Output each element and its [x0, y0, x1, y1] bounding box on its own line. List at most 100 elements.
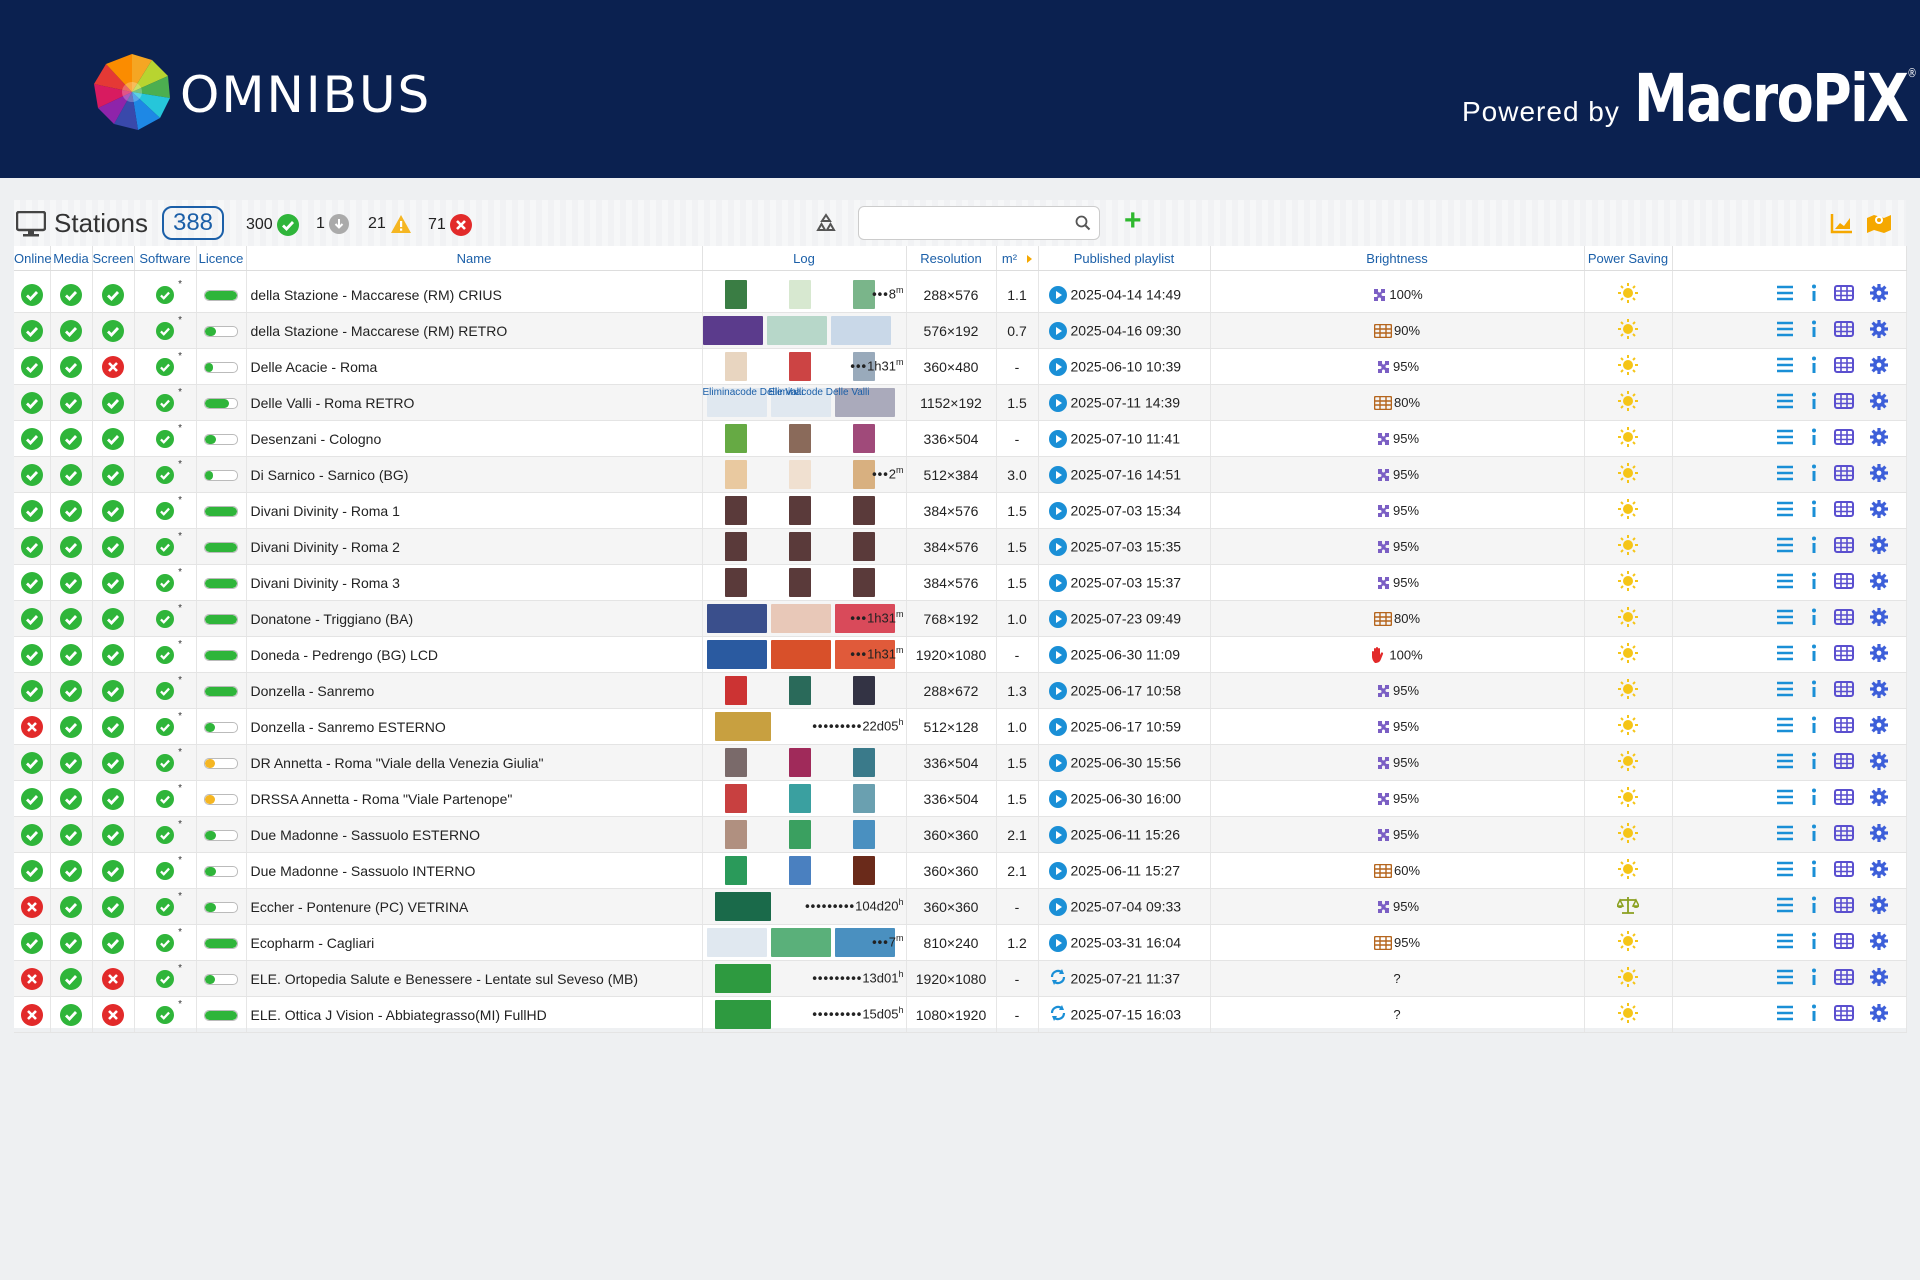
info-icon[interactable] [1810, 860, 1818, 881]
log-cell[interactable] [702, 528, 907, 565]
info-icon[interactable] [1810, 572, 1818, 593]
calendar-grid-icon[interactable] [1833, 501, 1854, 520]
list-icon[interactable] [1776, 753, 1794, 772]
table-row[interactable]: * Donatone - Triggiano (BA) •••1h31m 768×19… [14, 600, 1907, 637]
station-name[interactable]: ELE. Ortopedia Salute e Benessere - Lent… [246, 960, 703, 997]
published-playlist[interactable]: 2025-06-11 15:26 [1038, 816, 1211, 853]
log-thumbnail[interactable] [724, 424, 747, 453]
play-icon[interactable] [1048, 393, 1067, 412]
power-saving[interactable] [1584, 888, 1673, 925]
warning-filter[interactable]: 21 [368, 214, 412, 234]
info-icon[interactable] [1810, 680, 1818, 701]
station-name[interactable]: DR Annetta - Roma "Viale della Venezia G… [246, 744, 703, 781]
calendar-grid-icon[interactable] [1833, 681, 1854, 700]
station-name[interactable]: Desenzani - Cologno [246, 420, 703, 457]
station-name[interactable]: Donzella - Sanremo ESTERNO [246, 708, 703, 745]
play-icon[interactable] [1048, 753, 1067, 772]
power-saving[interactable] [1584, 348, 1673, 385]
log-cell[interactable]: •••1h31m [702, 600, 907, 637]
info-icon[interactable] [1810, 752, 1818, 773]
published-playlist[interactable]: 2025-04-16 09:30 [1038, 312, 1211, 349]
log-thumbnail[interactable] [852, 568, 875, 597]
log-thumbnail[interactable] [788, 568, 811, 597]
list-icon[interactable] [1776, 933, 1794, 952]
published-playlist[interactable]: 2025-06-17 10:58 [1038, 672, 1211, 709]
log-thumbnail[interactable] [830, 316, 891, 345]
search-input[interactable] [865, 209, 1069, 239]
log-cell[interactable]: •••7m [702, 924, 907, 961]
log-thumbnail[interactable] [706, 604, 767, 633]
power-saving[interactable] [1584, 744, 1673, 781]
table-row[interactable]: * Di Sarnico - Sarnico (BG) •••2m 512×384 3.… [14, 456, 1907, 493]
info-icon[interactable] [1810, 428, 1818, 449]
log-thumbnail[interactable] [724, 820, 747, 849]
info-icon[interactable] [1810, 284, 1818, 305]
play-icon[interactable] [1048, 285, 1067, 304]
published-playlist[interactable]: 2025-07-16 14:51 [1038, 456, 1211, 493]
sun-icon[interactable] [1618, 1003, 1638, 1026]
table-row[interactable]: * Divani Divinity - Roma 1 384×576 1.5 2025-… [14, 492, 1907, 529]
log-thumbnail[interactable] [706, 640, 767, 669]
log-thumbnail[interactable] [770, 928, 831, 957]
power-saving[interactable] [1584, 564, 1673, 601]
sun-icon[interactable] [1618, 427, 1638, 450]
list-icon[interactable] [1776, 645, 1794, 664]
sun-icon[interactable] [1618, 859, 1638, 882]
gear-icon[interactable] [1869, 716, 1888, 737]
power-saving[interactable] [1584, 600, 1673, 637]
unknown-filter[interactable]: 1 [316, 214, 349, 234]
log-thumbnail[interactable] [788, 784, 811, 813]
list-icon[interactable] [1776, 897, 1794, 916]
power-saving[interactable] [1584, 636, 1673, 673]
table-row[interactable]: * Donzella - Sanremo 288×672 1.3 2025-06-17 … [14, 672, 1907, 709]
calendar-grid-icon[interactable] [1833, 897, 1854, 916]
brightness[interactable]: 95% [1210, 492, 1585, 529]
column-header-5[interactable]: Name [246, 246, 703, 271]
column-header-0[interactable]: Online [14, 246, 52, 271]
balance-scale-icon[interactable] [1615, 897, 1641, 918]
brightness[interactable]: ? [1210, 960, 1585, 997]
play-icon[interactable] [1048, 861, 1067, 880]
info-icon[interactable] [1810, 356, 1818, 377]
table-row[interactable]: * DRSSA Annetta - Roma "Viale Partenope" 3… [14, 780, 1907, 817]
info-icon[interactable] [1810, 932, 1818, 953]
log-thumbnail[interactable] [788, 748, 811, 777]
calendar-grid-icon[interactable] [1833, 825, 1854, 844]
table-row[interactable]: * Eccher - Pontenure (PC) VETRINA ••••••••… [14, 888, 1907, 925]
calendar-grid-icon[interactable] [1833, 393, 1854, 412]
gear-icon[interactable] [1869, 896, 1888, 917]
station-name[interactable]: Doneda - Pedrengo (BG) LCD [246, 636, 703, 673]
published-playlist[interactable]: 2025-07-03 15:35 [1038, 528, 1211, 565]
sun-icon[interactable] [1618, 823, 1638, 846]
log-thumbnail[interactable] [788, 352, 811, 381]
table-row[interactable]: * Delle Valli - Roma RETRO Eliminacode Del… [14, 384, 1907, 421]
table-row[interactable]: * Doneda - Pedrengo (BG) LCD •••1h31m 1920×… [14, 636, 1907, 673]
power-saving[interactable] [1584, 708, 1673, 745]
log-cell[interactable] [702, 852, 907, 889]
published-playlist[interactable]: 2025-06-11 15:27 [1038, 852, 1211, 889]
info-icon[interactable] [1810, 824, 1818, 845]
log-thumbnail[interactable] [724, 496, 747, 525]
sun-icon[interactable] [1618, 679, 1638, 702]
table-row[interactable]: * Due Madonne - Sassuolo ESTERNO 360×360 2.… [14, 816, 1907, 853]
gear-icon[interactable] [1869, 536, 1888, 557]
calendar-grid-icon[interactable] [1833, 537, 1854, 556]
list-icon[interactable] [1776, 717, 1794, 736]
sun-icon[interactable] [1618, 571, 1638, 594]
log-cell[interactable] [702, 312, 907, 349]
gear-icon[interactable] [1869, 824, 1888, 845]
log-thumbnail[interactable] [788, 460, 811, 489]
sun-icon[interactable] [1618, 787, 1638, 810]
calendar-grid-icon[interactable] [1833, 573, 1854, 592]
power-saving[interactable] [1584, 312, 1673, 349]
gear-icon[interactable] [1869, 752, 1888, 773]
info-icon[interactable] [1810, 536, 1818, 557]
log-thumbnail[interactable] [724, 748, 747, 777]
log-thumbnail[interactable] [852, 676, 875, 705]
list-icon[interactable] [1776, 825, 1794, 844]
station-name[interactable]: Delle Valli - Roma RETRO [246, 384, 703, 421]
log-cell[interactable] [702, 780, 907, 817]
station-name[interactable]: Divani Divinity - Roma 2 [246, 528, 703, 565]
log-cell[interactable]: Eliminacode Delle Valli Eliminacode Delle… [702, 384, 907, 421]
log-thumbnail[interactable] [724, 532, 747, 561]
